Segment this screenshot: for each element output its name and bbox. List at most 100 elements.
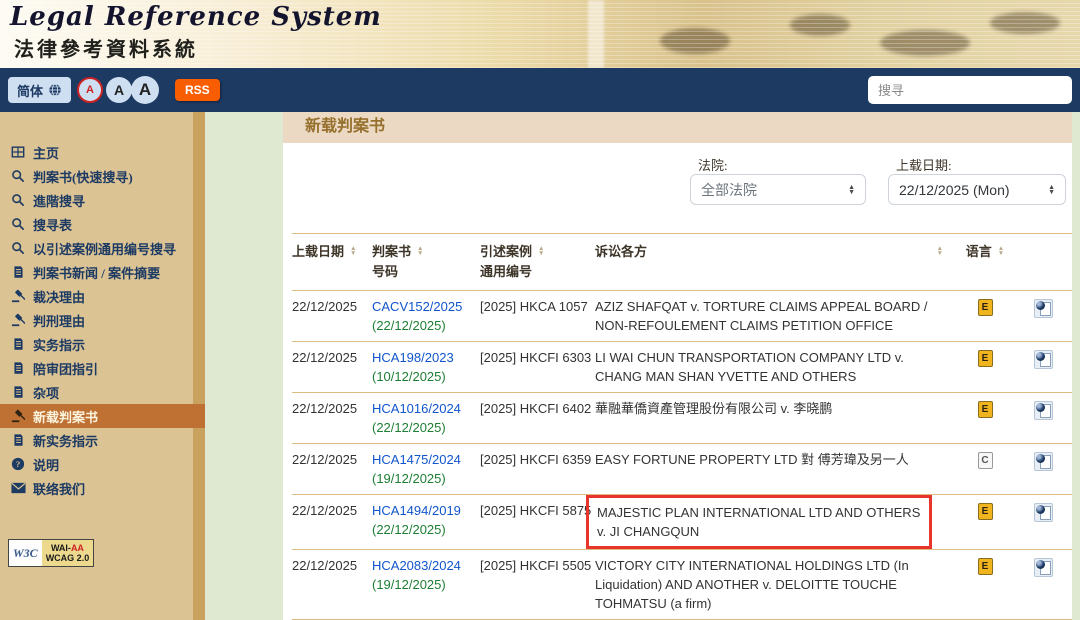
globe-doc-icon[interactable]	[1034, 299, 1053, 318]
sidebar-item[interactable]: 新实务指示	[0, 428, 205, 452]
sidebar-item[interactable]: 主页	[0, 140, 205, 164]
case-number-link[interactable]: HCA2083/2024	[372, 558, 461, 573]
sort-toggle-icon[interactable]: ▲▼	[417, 246, 423, 256]
sidebar-item-label: 判案书新闻 / 案件摘要	[33, 263, 160, 282]
gavel-icon	[10, 312, 26, 328]
sidebar-item-label: 搜寻表	[33, 215, 72, 234]
judgment-row: 22/12/2025HCA1016/2024(22/12/2025)[2025]…	[292, 392, 1072, 443]
web-version-cell	[1015, 297, 1072, 335]
judgment-row: 22/12/2025HCA198/2023 (10/12/2025) [2025] …	[292, 341, 1072, 392]
web-version-cell	[1015, 348, 1072, 386]
case-number-link[interactable]: HCA198/2023	[372, 350, 454, 365]
globe-doc-icon[interactable]	[1034, 350, 1053, 369]
banner-subtitle: 法律參考資料系統	[14, 33, 198, 62]
banner-photo-chair	[660, 28, 730, 54]
sidebar-item-label: 裁决理由	[33, 287, 85, 306]
search-icon	[10, 216, 26, 232]
sidebar-item[interactable]: 裁决理由	[0, 284, 205, 308]
banner-photo-chair	[790, 14, 850, 36]
judgment-date: (22/12/2025)	[372, 420, 446, 435]
upload-date-cell: 22/12/2025	[292, 297, 372, 335]
sidebar-item-label: 判刑理由	[33, 311, 85, 330]
judgment-date: (19/12/2025)	[372, 577, 446, 592]
case-number-link[interactable]: HCA1494/2019	[372, 503, 461, 518]
sort-toggle-icon[interactable]: ▲▼	[350, 246, 356, 256]
sort-toggle-icon[interactable]: ▲▼	[937, 246, 943, 256]
globe-icon	[48, 83, 62, 97]
sidebar-item[interactable]: 判案书新闻 / 案件摘要	[0, 260, 205, 284]
doc-icon	[10, 264, 26, 280]
sidebar-nav: 主页判案书(快速搜寻)進階搜寻搜寻表以引述案例通用编号搜寻判案书新闻 / 案件摘…	[0, 140, 205, 500]
globe-doc-icon[interactable]	[1034, 503, 1053, 522]
search-icon	[10, 192, 26, 208]
upload-date-cell: 22/12/2025	[292, 501, 372, 543]
sort-toggle-icon[interactable]: ▲▼	[538, 246, 544, 256]
sidebar-item[interactable]: 搜寻表	[0, 212, 205, 236]
sidebar-item[interactable]: 以引述案例通用编号搜寻	[0, 236, 205, 260]
upload-date-cell: 22/12/2025	[292, 450, 372, 488]
case-number-link[interactable]: CACV152/2025	[372, 299, 462, 314]
font-size-medium-button[interactable]: A	[106, 77, 132, 103]
column-header: 上载日期 ▲▼	[292, 242, 372, 282]
gavel-icon	[10, 408, 26, 424]
select-caret-icon: ▲▼	[848, 185, 855, 195]
court-select-value: 全部法院	[701, 180, 757, 200]
judgment-date: (22/12/2025)	[372, 318, 446, 333]
judgment-date: (10/12/2025)	[372, 369, 446, 384]
font-size-small-button[interactable]: A	[77, 77, 103, 103]
sidebar-item[interactable]: 判刑理由	[0, 308, 205, 332]
sidebar-item[interactable]: 新载判案书	[0, 404, 205, 428]
upload-date-cell: 22/12/2025	[292, 348, 372, 386]
language-C-icon[interactable]: C	[978, 452, 993, 469]
language-cell: E	[955, 297, 1015, 335]
rss-button[interactable]: RSS	[175, 79, 220, 101]
wcag-version-line: WCAG 2.0	[46, 553, 90, 563]
court-select[interactable]: 全部法院 ▲▼	[690, 174, 866, 205]
upload-date-select-value: 22/12/2025 (Mon)	[899, 182, 1010, 198]
language-E-icon[interactable]: E	[978, 299, 993, 316]
parties-cell: LI WAI CHUN TRANSPORTATION COMPANY LTD v…	[595, 348, 955, 386]
language-E-icon[interactable]: E	[978, 401, 993, 418]
language-E-icon[interactable]: E	[978, 558, 993, 575]
sidebar-item[interactable]: 联络我们	[0, 476, 205, 500]
globe-doc-icon[interactable]	[1034, 401, 1053, 420]
sidebar-item[interactable]: 進階搜寻	[0, 188, 205, 212]
citation-cell: [2025] HKCFI 5875	[480, 501, 595, 543]
globe-doc-icon[interactable]	[1034, 452, 1053, 471]
sidebar-item-label: 说明	[33, 455, 59, 474]
globe-doc-icon[interactable]	[1034, 558, 1053, 577]
rss-label: RSS	[185, 83, 210, 97]
lang-toggle-label: 简体	[17, 81, 43, 100]
font-size-large-button[interactable]: A	[131, 76, 159, 104]
simplified-chinese-button[interactable]: 简体	[8, 77, 71, 103]
web-version-cell	[1015, 450, 1072, 488]
upload-date-select[interactable]: 22/12/2025 (Mon) ▲▼	[888, 174, 1066, 205]
page-title-strip: 新载判案书	[283, 112, 1072, 143]
sidebar-item[interactable]: 判案书(快速搜寻)	[0, 164, 205, 188]
sort-toggle-icon[interactable]: ▲▼	[998, 246, 1004, 256]
envelope-icon	[10, 480, 26, 496]
search-input[interactable]	[868, 76, 1072, 104]
citation-cell: [2025] HKCFI 6303	[480, 348, 595, 386]
column-header-label: 上载日期	[292, 242, 344, 262]
font-size-small-label: A	[86, 84, 94, 96]
sidebar-item[interactable]: 杂项	[0, 380, 205, 404]
column-header	[1015, 242, 1072, 282]
judgment-row: 22/12/2025HCA1494/2019 (22/12/2025) [2025]…	[292, 494, 1072, 549]
language-cell: E	[955, 348, 1015, 386]
legal-reference-system-page: Legal Reference System 法律參考資料系統 简体 A A A…	[0, 0, 1080, 620]
sidebar-item[interactable]: ?说明	[0, 452, 205, 476]
judgment-date: (22/12/2025)	[372, 522, 446, 537]
sidebar-item[interactable]: 实务指示	[0, 332, 205, 356]
language-E-icon[interactable]: E	[978, 503, 993, 520]
case-number-cell: HCA198/2023 (10/12/2025)	[372, 348, 480, 386]
banner-photo-pillar	[588, 0, 604, 68]
sidebar-item-label: 联络我们	[33, 479, 85, 498]
language-E-icon[interactable]: E	[978, 350, 993, 367]
language-cell: E	[955, 399, 1015, 437]
parties-cell: VICTORY CITY INTERNATIONAL HOLDINGS LTD …	[595, 556, 955, 613]
case-number-link[interactable]: HCA1016/2024	[372, 401, 461, 416]
case-number-link[interactable]: HCA1475/2024	[372, 452, 461, 467]
sidebar-item[interactable]: 陪审团指引	[0, 356, 205, 380]
wcag-badge[interactable]: W3C WAI-AA WCAG 2.0	[8, 539, 94, 567]
